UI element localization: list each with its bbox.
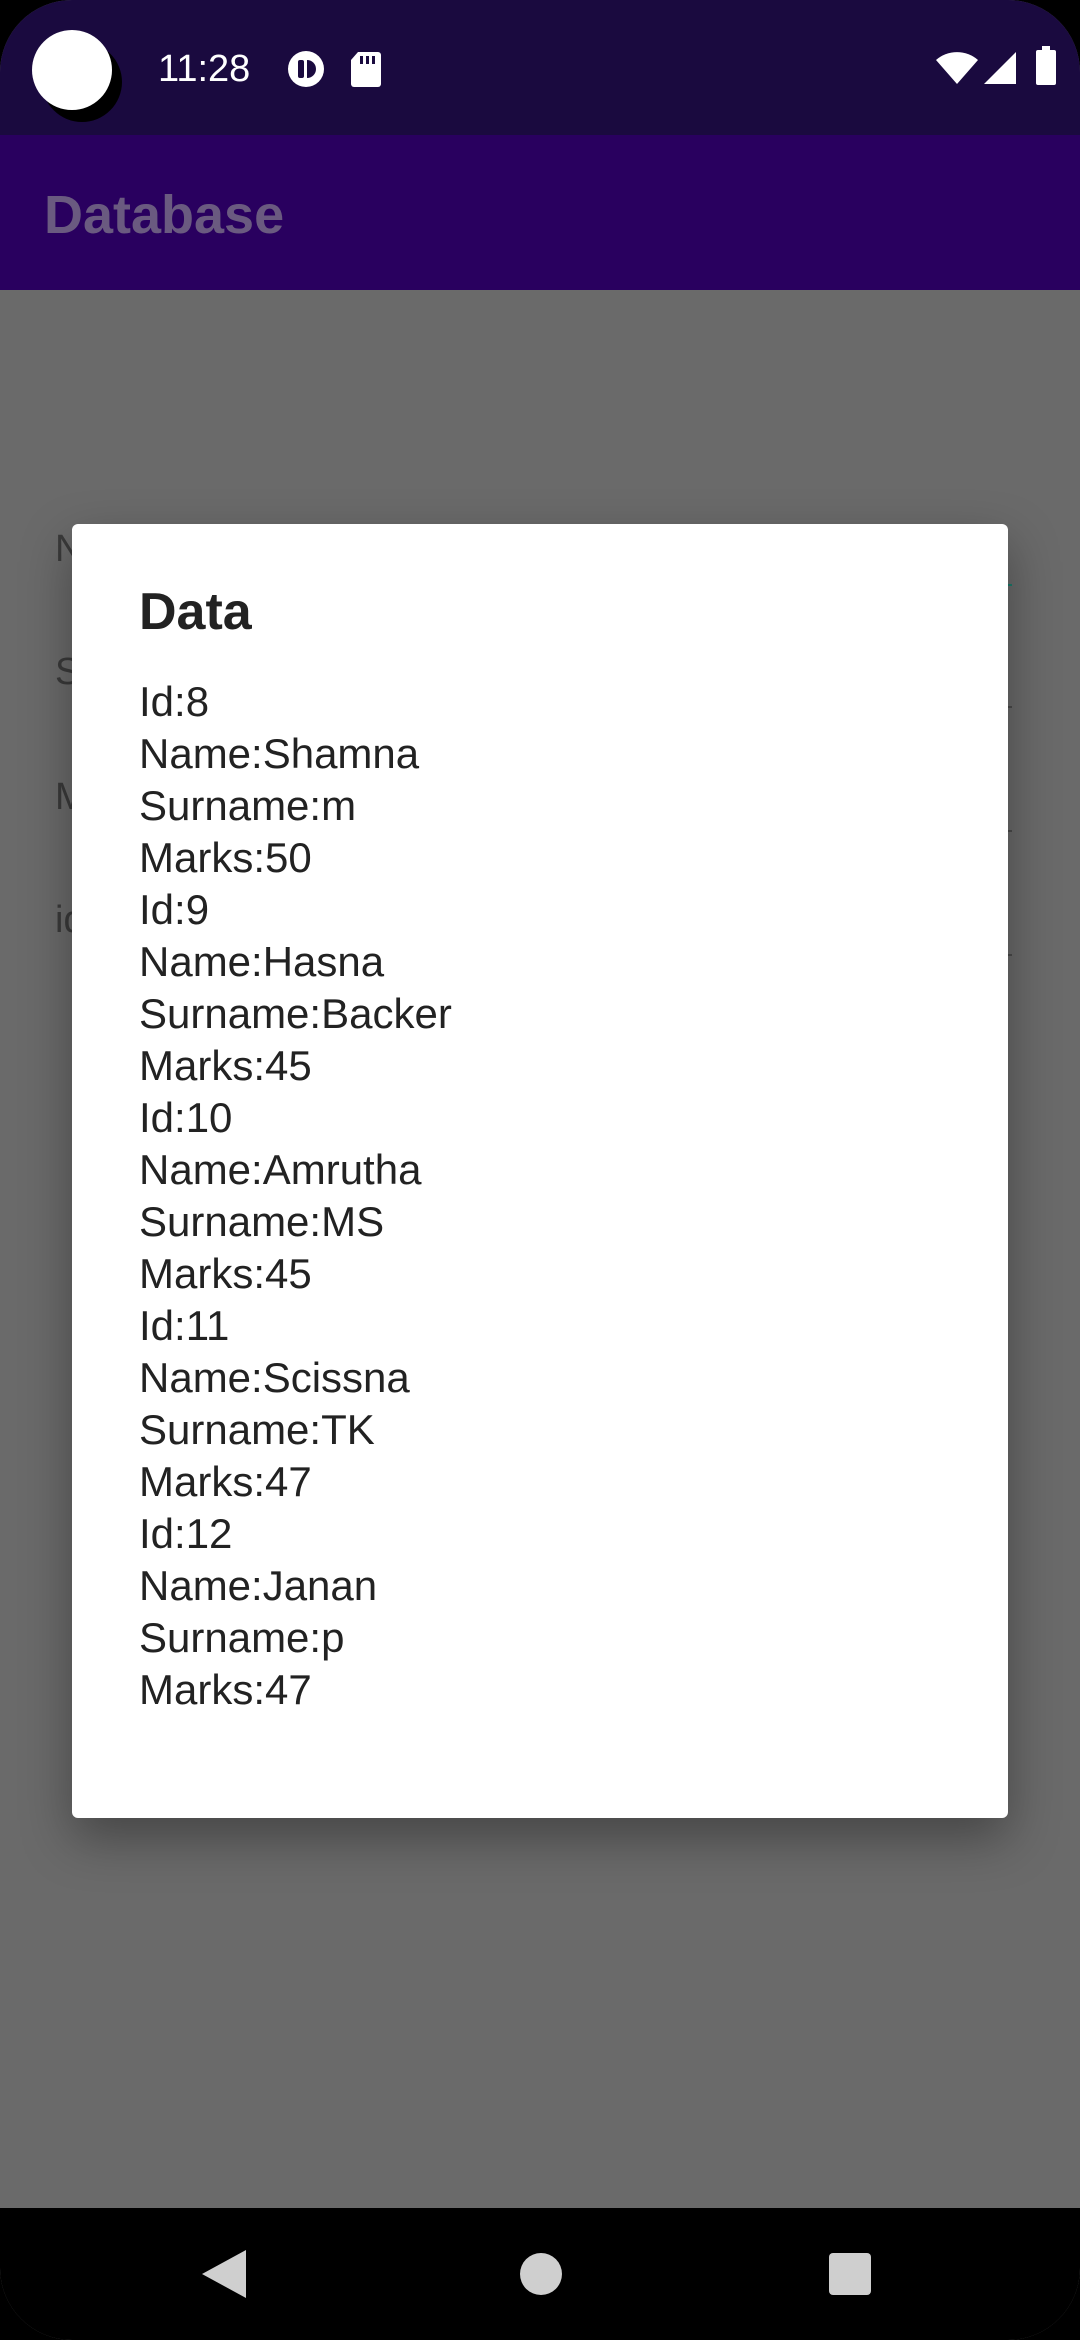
camera-cutout bbox=[32, 30, 112, 110]
record-line: Marks:45 bbox=[139, 1042, 312, 1089]
app-title: Database bbox=[44, 185, 285, 245]
record-line: Id:9 bbox=[139, 886, 210, 933]
record-line: Marks:47 bbox=[139, 1666, 312, 1713]
record-line: Marks:47 bbox=[139, 1458, 312, 1505]
recents-icon[interactable] bbox=[829, 2253, 871, 2295]
record-line: Id:8 bbox=[139, 678, 210, 725]
navigation-bar bbox=[0, 2208, 1080, 2340]
record-line: Id:10 bbox=[139, 1094, 233, 1141]
record-line: Name:Hasna bbox=[139, 938, 385, 985]
record-line: Name:Amrutha bbox=[139, 1146, 422, 1193]
record-line: Id:11 bbox=[139, 1302, 230, 1349]
sync-icon bbox=[288, 51, 324, 87]
dialog-title: Data bbox=[139, 583, 252, 641]
dialog-message: Id:8 Name:Shamna Surname:m Marks:50 Id:9… bbox=[139, 676, 452, 1716]
sd-card-icon bbox=[351, 52, 381, 87]
home-icon[interactable] bbox=[520, 2253, 562, 2295]
data-dialog: Data Id:8 Name:Shamna Surname:m Marks:50… bbox=[72, 524, 1008, 1818]
wifi-icon bbox=[936, 52, 978, 84]
record-line: Surname:p bbox=[139, 1614, 345, 1661]
record-line: Surname:m bbox=[139, 782, 357, 829]
app-bar: Database bbox=[0, 135, 1080, 290]
battery-icon bbox=[1036, 46, 1056, 85]
record-line: Surname:MS bbox=[139, 1198, 385, 1245]
record-line: Surname:TK bbox=[139, 1406, 375, 1453]
back-icon[interactable] bbox=[200, 2248, 250, 2300]
signal-icon bbox=[984, 52, 1016, 84]
status-time: 11:28 bbox=[158, 48, 251, 90]
record-line: Marks:45 bbox=[139, 1250, 312, 1297]
screen: 11:28 Database N S M id Data Id:8 Name:S… bbox=[0, 0, 1080, 2340]
record-line: Name:Shamna bbox=[139, 730, 420, 777]
record-line: Surname:Backer bbox=[139, 990, 452, 1037]
record-line: Name:Janan bbox=[139, 1562, 378, 1609]
record-line: Marks:50 bbox=[139, 834, 312, 881]
record-line: Name:Scissna bbox=[139, 1354, 410, 1401]
record-line: Id:12 bbox=[139, 1510, 233, 1557]
status-bar: 11:28 bbox=[0, 0, 1080, 135]
